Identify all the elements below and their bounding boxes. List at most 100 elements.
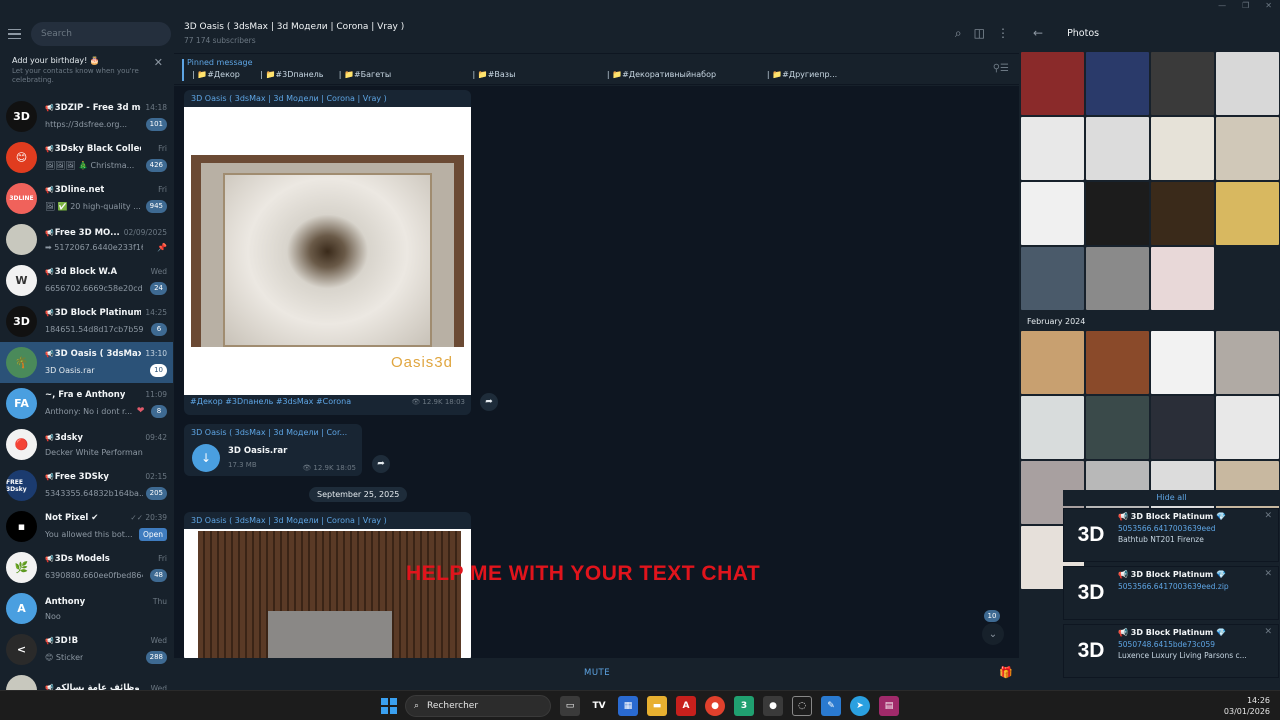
chat-list-item[interactable]: 3DLINE 📢3Dline.net Fri 🖼 ✅ 20 high-quali… <box>0 178 173 219</box>
hide-all-button[interactable]: Hide all <box>1063 490 1280 506</box>
photo-thumbnail[interactable] <box>1151 117 1214 180</box>
post-image[interactable]: Oasis3d <box>184 107 471 395</box>
chat-name: 📢3D Oasis ( 3dsMax ... <box>45 349 141 359</box>
3dsmax-icon[interactable]: 3 <box>734 696 754 716</box>
system-clock[interactable]: 14:26 03/01/2026 <box>1224 695 1270 717</box>
chrome-profile-icon[interactable]: ● <box>763 696 783 716</box>
photo-thumbnail[interactable] <box>1151 247 1214 310</box>
notification-toast[interactable]: 3D 📢 3D Block Platinum 💎 5053566.6417003… <box>1063 508 1279 562</box>
photo-thumbnail[interactable] <box>1151 396 1214 459</box>
pen-app-icon[interactable]: ✎ <box>821 696 841 716</box>
photo-thumbnail[interactable] <box>1021 396 1084 459</box>
chat-list-item[interactable]: < 📢3D!B Wed 😊 Sticker 288 <box>0 629 173 670</box>
maximize-icon[interactable]: ❐ <box>1242 1 1249 10</box>
app-icon[interactable]: ◌ <box>792 696 812 716</box>
close-window-icon[interactable]: ✕ <box>1265 1 1272 10</box>
photo-thumbnail[interactable] <box>1021 331 1084 394</box>
photo-thumbnail[interactable] <box>1086 247 1149 310</box>
message-file-post[interactable]: 3D Oasis ( 3dsMax | 3d Модели | Cor... ↓… <box>184 424 362 476</box>
chat-list-item[interactable]: 3D 📢3D Block Platinum... 14:25 184651.54… <box>0 301 173 342</box>
forward-icon[interactable]: ➦ <box>480 393 498 411</box>
chat-row: 5343355.64832b164ba... 205 <box>45 486 167 500</box>
pinned-message[interactable]: Pinned message | 📁#Декор | 📁#3Dпанель | … <box>174 55 1019 85</box>
photo-thumbnail[interactable] <box>1086 396 1149 459</box>
photo-thumbnail[interactable] <box>1216 331 1279 394</box>
photo-thumbnail[interactable] <box>1086 331 1149 394</box>
post-image[interactable] <box>184 529 471 658</box>
chat-preview: 6390880.660ee0fbed864... <box>45 570 143 580</box>
store-icon[interactable]: ▦ <box>618 696 638 716</box>
minimize-icon[interactable]: — <box>1218 1 1226 10</box>
gift-icon[interactable]: 🎁 <box>999 666 1013 679</box>
chat-list-item[interactable]: 📢وظائف عامة بسالكم ... Wed <box>0 670 173 690</box>
search-icon[interactable]: ⌕ <box>955 26 962 41</box>
photo-grid <box>1019 52 1280 310</box>
chat-list-item[interactable]: ▪ Not Pixel ✔ ✓✓ 20:39 You allowed this … <box>0 506 173 547</box>
open-button[interactable]: Open <box>138 527 167 541</box>
chat-list-item[interactable]: 📢Free 3D MO... 02/09/2025 ➡ 5172067.6440… <box>0 219 173 260</box>
file-explorer-icon[interactable]: ▬ <box>647 696 667 716</box>
photo-thumbnail[interactable] <box>1021 182 1084 245</box>
chat-body: 📢3D Oasis ( 3dsMax ... 13:10 3D Oasis.ra… <box>45 349 167 377</box>
chat-name-text: ~, Fra e Anthony <box>45 389 126 400</box>
close-icon[interactable]: ✕ <box>1264 627 1272 637</box>
search-input[interactable] <box>31 22 171 46</box>
more-icon[interactable]: ⋮ <box>997 26 1009 41</box>
chat-list-item[interactable]: W 📢3d Block W.A Wed 6656702.6669c58e20cd… <box>0 260 173 301</box>
chat-list-item[interactable]: 😊 📢3Dsky Black Collectio... Fri 🖼🖼🖼 🎄 Ch… <box>0 137 173 178</box>
photo-thumbnail[interactable] <box>1216 396 1279 459</box>
message-photo-post[interactable]: 3D Oasis ( 3dsMax | 3d Модели | Corona |… <box>184 90 471 415</box>
scroll-down-icon[interactable]: ⌄ <box>982 623 1004 645</box>
birthday-banner[interactable]: Add your birthday! 🎂 Let your contacts k… <box>0 54 173 96</box>
photo-thumbnail[interactable] <box>1086 182 1149 245</box>
photo-thumbnail[interactable] <box>1216 182 1279 245</box>
back-arrow-icon[interactable]: ← <box>1033 26 1043 40</box>
tradingview-icon[interactable]: TV <box>589 696 609 716</box>
start-icon[interactable] <box>381 698 397 714</box>
chat-list-item[interactable]: 🌴 📢3D Oasis ( 3dsMax ... 13:10 3D Oasis.… <box>0 342 173 383</box>
avatar: < <box>6 634 37 665</box>
overlay-caption: HELP ME WITH YOUR TEXT CHAT <box>406 562 761 585</box>
chat-list-item[interactable]: FA ~, Fra e Anthony 11:09 Anthony: No i … <box>0 383 173 424</box>
close-icon[interactable]: ✕ <box>154 56 163 69</box>
photo-thumbnail[interactable] <box>1086 117 1149 180</box>
mute-button[interactable]: MUTE <box>584 668 610 678</box>
chat-list-item[interactable]: 🔴 📢3dsky 09:42 Decker White Performan... <box>0 424 173 465</box>
notification-toast[interactable]: 3D 📢 3D Block Platinum 💎 5050748.6415bde… <box>1063 624 1279 678</box>
photo-thumbnail[interactable] <box>1216 117 1279 180</box>
notification-avatar: 3D <box>1077 581 1105 604</box>
sidebar-toggle-icon[interactable]: ◫ <box>974 26 985 41</box>
pinned-list-icon[interactable]: ⚲☰ <box>993 63 1009 74</box>
close-icon[interactable]: ✕ <box>1264 569 1272 579</box>
channel-bottom-bar: MUTE 🎁 <box>174 658 1019 688</box>
photo-thumbnail[interactable] <box>1021 117 1084 180</box>
close-icon[interactable]: ✕ <box>1264 511 1272 521</box>
winrar-icon[interactable]: ▤ <box>879 696 899 716</box>
chat-list-item[interactable]: A Anthony Thu Noo <box>0 588 173 629</box>
notification-body: 📢 3D Block Platinum 💎 5053566.6417003639… <box>1118 567 1278 619</box>
autodesk-icon[interactable]: A <box>676 696 696 716</box>
chat-list-item[interactable]: 3D 📢3DZIP - Free 3d mo... 14:18 https://… <box>0 96 173 137</box>
photo-thumbnail[interactable] <box>1021 52 1084 115</box>
chat-header[interactable]: 3D Oasis ( 3dsMax | 3d Модели | Corona |… <box>174 14 1019 54</box>
chrome-icon[interactable]: ● <box>705 696 725 716</box>
forward-icon[interactable]: ➦ <box>372 455 390 473</box>
task-view-icon[interactable]: ▭ <box>560 696 580 716</box>
photo-thumbnail[interactable] <box>1021 247 1084 310</box>
photo-thumbnail[interactable] <box>1216 52 1279 115</box>
menu-icon[interactable] <box>8 24 21 44</box>
unread-badge: 945 <box>145 199 167 213</box>
message-hashtags[interactable]: #Декор #3Dпанель #3dsMax #Corona <box>190 397 351 406</box>
message-views-time: 👁 12.9K 18:03 <box>411 397 465 406</box>
photo-thumbnail[interactable] <box>1086 52 1149 115</box>
chat-list-item[interactable]: 🌿 📢3Ds Models Fri 6390880.660ee0fbed864.… <box>0 547 173 588</box>
photo-thumbnail[interactable] <box>1151 331 1214 394</box>
chat-list-item[interactable]: FREE 3Dsky 📢Free 3DSky 02:15 5343355.648… <box>0 465 173 506</box>
photo-thumbnail[interactable] <box>1151 52 1214 115</box>
window-controls: — ❐ ✕ <box>1218 1 1272 10</box>
notification-toast[interactable]: 3D 📢 3D Block Platinum 💎 5053566.6417003… <box>1063 566 1279 620</box>
telegram-icon[interactable]: ➤ <box>850 696 870 716</box>
taskbar-search[interactable]: ⌕ Rechercher <box>405 695 551 717</box>
download-icon[interactable]: ↓ <box>192 444 220 472</box>
photo-thumbnail[interactable] <box>1151 182 1214 245</box>
